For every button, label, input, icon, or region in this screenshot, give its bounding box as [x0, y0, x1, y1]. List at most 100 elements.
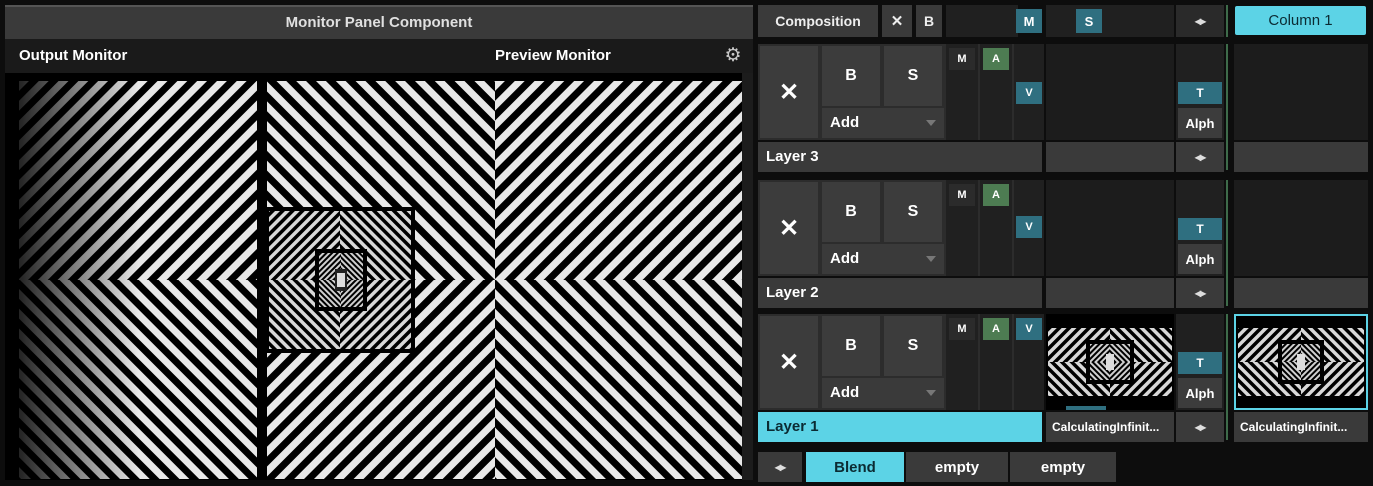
chevron-down-icon — [926, 390, 936, 396]
video-column: V — [1014, 44, 1044, 140]
output-monitor-view[interactable] — [19, 81, 495, 479]
clip-slot[interactable] — [1046, 180, 1174, 276]
bottom-nav-button[interactable]: ◂▸ — [758, 452, 802, 482]
audio-column: A — [980, 44, 1012, 140]
blend-mode-value: Add — [830, 384, 860, 401]
mask-column: M — [946, 180, 978, 276]
layer-name[interactable]: Layer 1 — [758, 412, 1042, 442]
skip-icon: ◂▸ — [774, 460, 786, 474]
layer-clear-button[interactable]: ✕ — [760, 316, 818, 408]
column-divider — [1226, 44, 1228, 170]
column-clip-slot[interactable] — [1234, 44, 1368, 140]
transition-column: T Alph — [1176, 44, 1224, 140]
clip-slot[interactable] — [1046, 314, 1174, 410]
gear-icon[interactable]: ⚙ — [723, 46, 743, 66]
layer-nav-button[interactable]: ◂▸ — [1176, 278, 1224, 308]
layer-row-3: ✕ B S Add M A V T Alph Layer 3 ◂▸ — [758, 44, 1368, 172]
layer-solo-button[interactable]: S — [884, 46, 942, 106]
skip-icon: ◂▸ — [1194, 286, 1206, 300]
audio-column: A — [980, 180, 1012, 276]
blend-mode-select[interactable]: Add — [822, 244, 944, 274]
column-divider — [1226, 5, 1228, 37]
layer-solo-button[interactable]: S — [884, 182, 942, 242]
blend-mode-value: Add — [830, 250, 860, 267]
blend-mode-select[interactable]: Add — [822, 378, 944, 408]
layer-audio-button[interactable]: A — [983, 318, 1009, 340]
composition-clear-button[interactable]: ✕ — [882, 5, 914, 37]
layer-audio-button[interactable]: A — [983, 48, 1009, 70]
composition-s-button[interactable]: S — [1076, 9, 1102, 33]
column-clip-slot[interactable] — [1234, 180, 1368, 276]
layer-bypass-button[interactable]: B — [822, 182, 880, 242]
mask-column: M — [946, 314, 978, 410]
column-1-button[interactable]: Column 1 — [1235, 6, 1366, 35]
bottom-tab-bar: ◂▸ Blend empty empty — [758, 452, 1118, 482]
clip-name — [1046, 278, 1174, 308]
layer-clear-button[interactable]: ✕ — [760, 46, 818, 138]
output-monitor-label: Output Monitor — [19, 47, 128, 64]
skip-icon: ◂▸ — [1194, 14, 1206, 28]
layer-nav-button[interactable]: ◂▸ — [1176, 412, 1224, 442]
composition-m-button[interactable]: M — [1016, 9, 1042, 33]
layer-mask-button[interactable]: M — [949, 318, 975, 340]
alpha-button[interactable]: Alph — [1178, 244, 1222, 274]
mask-column: M — [946, 44, 978, 140]
layer-video-button[interactable]: V — [1016, 216, 1042, 238]
column-clip-slot[interactable] — [1234, 314, 1368, 410]
layer-bypass-button[interactable]: B — [822, 46, 880, 106]
transition-button[interactable]: T — [1178, 82, 1222, 104]
monitor-header: Output Monitor Preview Monitor ⚙ — [5, 39, 753, 73]
monitor-panel-title: Monitor Panel Component — [5, 5, 753, 39]
skip-icon: ◂▸ — [1194, 150, 1206, 164]
layer-clear-button[interactable]: ✕ — [760, 182, 818, 274]
composition-bypass-button[interactable]: B — [916, 5, 944, 37]
clip-name — [1046, 142, 1174, 172]
column-clip-name — [1234, 142, 1368, 172]
preview-monitor-view[interactable] — [495, 81, 743, 479]
column-divider — [1226, 314, 1228, 440]
blend-mode-select[interactable]: Add — [822, 108, 944, 138]
layer-bypass-button[interactable]: B — [822, 316, 880, 376]
chevron-down-icon — [926, 256, 936, 262]
clip-thumbnail — [1046, 314, 1174, 410]
layer-mask-button[interactable]: M — [949, 48, 975, 70]
layer-nav-button[interactable]: ◂▸ — [1176, 142, 1224, 172]
column-clip-thumbnail — [1236, 316, 1366, 408]
monitor-scrollbar[interactable] — [742, 73, 753, 480]
tab-empty-1[interactable]: empty — [906, 452, 1008, 482]
layer-row-2: ✕ B S Add M A V T Alph Layer 2 ◂▸ — [758, 180, 1368, 308]
tab-blend[interactable]: Blend — [806, 452, 904, 482]
transition-button[interactable]: T — [1178, 218, 1222, 240]
composition-clip-header — [1046, 5, 1174, 37]
blend-mode-value: Add — [830, 114, 860, 131]
column-clip-name — [1234, 278, 1368, 308]
transition-column: T Alph — [1176, 180, 1224, 276]
composition-button[interactable]: Composition — [758, 5, 880, 37]
layer-solo-button[interactable]: S — [884, 316, 942, 376]
alpha-button[interactable]: Alph — [1178, 108, 1222, 138]
video-column: V — [1014, 180, 1044, 276]
clip-name: CalculatingInfinit... — [1046, 412, 1174, 442]
layer-row-1: ✕ B S Add M A V T Alph Layer 1 Calculati… — [758, 314, 1368, 442]
layer-mask-button[interactable]: M — [949, 184, 975, 206]
layer-name[interactable]: Layer 2 — [758, 278, 1042, 308]
alpha-button[interactable]: Alph — [1178, 378, 1222, 408]
layer-name[interactable]: Layer 3 — [758, 142, 1042, 172]
chevron-down-icon — [926, 120, 936, 126]
tab-empty-2[interactable]: empty — [1010, 452, 1116, 482]
video-column: V — [1014, 314, 1044, 410]
layer-video-button[interactable]: V — [1016, 318, 1042, 340]
audio-column: A — [980, 314, 1012, 410]
composition-spacer — [946, 5, 1018, 37]
column-divider — [1226, 180, 1228, 306]
transition-column: T Alph — [1176, 314, 1224, 410]
skip-icon: ◂▸ — [1194, 420, 1206, 434]
column-clip-name: CalculatingInfinit... — [1234, 412, 1368, 442]
preview-monitor-label: Preview Monitor — [495, 47, 611, 64]
monitor-panel: Monitor Panel Component Output Monitor P… — [5, 5, 753, 480]
clip-slot[interactable] — [1046, 44, 1174, 140]
composition-nav-button[interactable]: ◂▸ — [1176, 5, 1224, 37]
layer-audio-button[interactable]: A — [983, 184, 1009, 206]
transition-button[interactable]: T — [1178, 352, 1222, 374]
layer-video-button[interactable]: V — [1016, 82, 1042, 104]
